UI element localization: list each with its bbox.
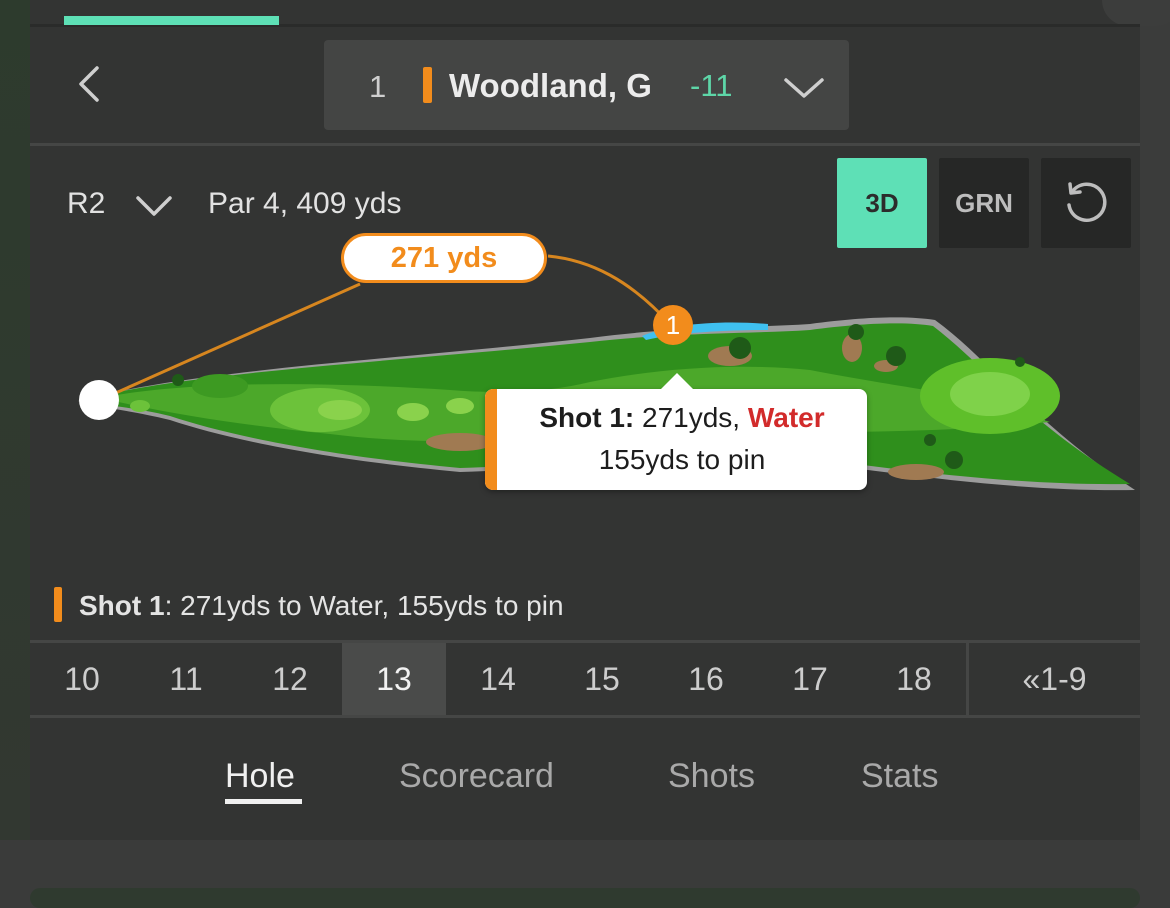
hole-tab-12[interactable]: 12 — [238, 643, 342, 715]
hole-tab-10[interactable]: 10 — [30, 643, 134, 715]
shot-summary: Shot 1: 271yds to Water, 155yds to pin — [79, 590, 564, 622]
tooltip-shot-line: Shot 1: 271yds, Water — [497, 402, 867, 434]
tooltip-shot-result: Water — [747, 402, 825, 433]
tooltip-shot-distance: 271yds, — [634, 402, 748, 433]
hole-3d-map[interactable] — [30, 220, 1140, 550]
tab-hole[interactable]: Hole — [225, 757, 295, 796]
hole-tab-13[interactable]: 13 — [342, 643, 446, 715]
back-button[interactable] — [70, 60, 110, 108]
hole-tab-11[interactable]: 11 — [134, 643, 238, 715]
chevron-left-icon — [79, 66, 99, 102]
hole-tab-17[interactable]: 17 — [758, 643, 862, 715]
shot-marker[interactable]: 1 — [653, 305, 693, 345]
shot-summary-text: : 271yds to Water, 155yds to pin — [164, 590, 564, 621]
active-tab-underline — [225, 799, 302, 804]
player-position: 1 — [369, 69, 387, 104]
tooltip-to-pin: 155yds to pin — [598, 444, 766, 475]
hole-par-yards: Par 4, 409 yds — [208, 187, 402, 220]
tooltip-shot-label: Shot 1: — [539, 402, 635, 433]
chevron-down-icon — [784, 78, 824, 98]
round-selector[interactable]: R2 — [67, 187, 105, 221]
tab-shots[interactable]: Shots — [668, 757, 755, 796]
right-edge-background — [1140, 0, 1170, 840]
tee-marker — [79, 380, 119, 420]
front-nine-button[interactable]: «1-9 — [969, 643, 1140, 715]
shot-distance-text: 271 yds — [390, 241, 498, 274]
shot-color-bar — [54, 587, 62, 622]
player-color-bar — [423, 67, 432, 103]
shot-tooltip[interactable]: Shot 1: 271yds, Water 155yds to pin — [485, 373, 867, 490]
tab-scorecard[interactable]: Scorecard — [399, 757, 554, 796]
shot-distance-label: 271 yds — [341, 233, 547, 283]
hole-panel: 1 Woodland, G -11 R2 Par 4, 409 yds 3D G… — [30, 0, 1170, 840]
shot-summary-label: Shot 1 — [79, 590, 165, 621]
left-edge-background — [0, 0, 30, 840]
hole-tab-14[interactable]: 14 — [446, 643, 550, 715]
page-indicator — [64, 16, 279, 25]
shot-marker-number: 1 — [665, 309, 681, 340]
hole-tab-18[interactable]: 18 — [862, 643, 966, 715]
hole-selector: 10 11 12 13 14 15 16 17 18 «1-9 — [30, 640, 1140, 718]
player-name: Woodland, G — [449, 67, 652, 104]
header-divider — [30, 143, 1140, 146]
player-score: -11 — [690, 68, 733, 103]
chevron-down-icon[interactable] — [134, 192, 174, 218]
tooltip-color-bar — [485, 389, 497, 490]
hole-tab-16[interactable]: 16 — [654, 643, 758, 715]
corner-decoration — [1102, 0, 1170, 26]
hole-selector-bottom-border — [30, 715, 1140, 718]
player-selector[interactable]: 1 Woodland, G -11 — [324, 40, 849, 130]
next-card-peek — [30, 888, 1140, 908]
tooltip-arrow — [661, 373, 693, 389]
hole-tab-15[interactable]: 15 — [550, 643, 654, 715]
tab-stats[interactable]: Stats — [861, 757, 938, 796]
